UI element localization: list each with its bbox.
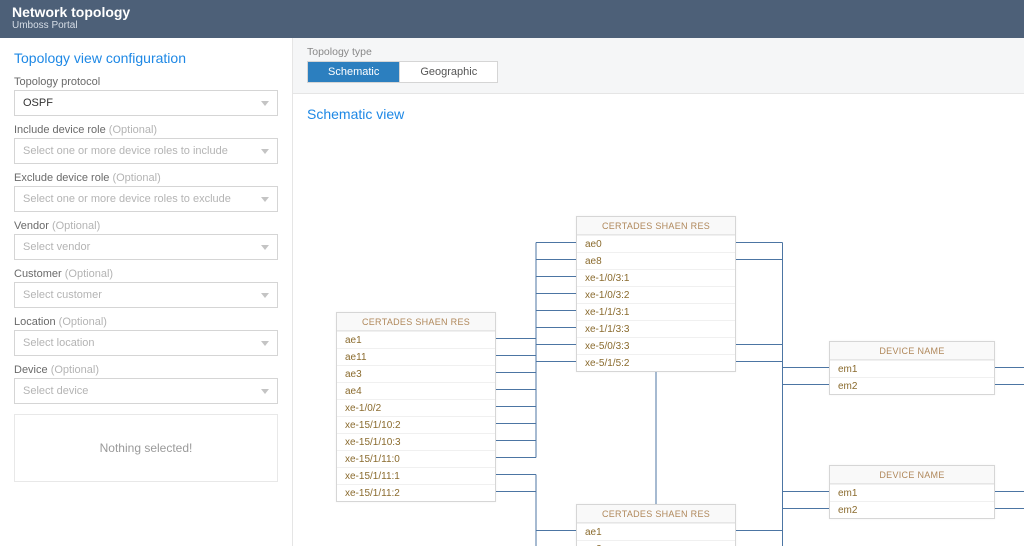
page-subtitle: Umboss Portal xyxy=(12,20,1012,31)
device-port[interactable]: xe-1/0/2 xyxy=(337,399,495,416)
device-port[interactable]: ae1 xyxy=(337,331,495,348)
field-customer: Customer (Optional) Select customer xyxy=(14,268,278,308)
vendor-select[interactable]: Select vendor xyxy=(14,234,278,260)
device-port[interactable]: xe-15/1/10:2 xyxy=(337,416,495,433)
field-location: Location (Optional) Select location xyxy=(14,316,278,356)
topology-type-bar: Topology type Schematic Geographic xyxy=(293,38,1024,94)
device-node[interactable]: DEVICE NAMEem1em2 xyxy=(829,341,995,395)
field-include-device-role: Include device role (Optional) Select on… xyxy=(14,124,278,164)
exclude-device-role-select[interactable]: Select one or more device roles to exclu… xyxy=(14,186,278,212)
device-port[interactable]: ae2 xyxy=(577,540,735,546)
field-exclude-device-role: Exclude device role (Optional) Select on… xyxy=(14,172,278,212)
device-node-title: DEVICE NAME xyxy=(830,342,994,360)
topology-protocol-select[interactable]: OSPF xyxy=(14,90,278,116)
schematic-canvas[interactable]: Schematic view CERTADES SHAEN RESae1ae11… xyxy=(293,94,1024,546)
config-sidebar: Topology view configuration Topology pro… xyxy=(0,38,293,546)
field-vendor: Vendor (Optional) Select vendor xyxy=(14,220,278,260)
device-port[interactable]: em1 xyxy=(830,484,994,501)
device-port[interactable]: xe-1/0/3:2 xyxy=(577,286,735,303)
device-node-title: CERTADES SHAEN RES xyxy=(577,217,735,235)
device-port[interactable]: ae8 xyxy=(577,252,735,269)
device-node[interactable]: CERTADES SHAEN RESae1ae11ae3ae4xe-1/0/2x… xyxy=(336,312,496,502)
device-node[interactable]: CERTADES SHAEN RESae1ae2ae3ae4 xyxy=(576,504,736,546)
config-title: Topology view configuration xyxy=(14,50,278,66)
device-port[interactable]: ae1 xyxy=(577,523,735,540)
nothing-selected-box: Nothing selected! xyxy=(14,414,278,482)
topology-type-segment: Schematic Geographic xyxy=(307,61,498,83)
topology-type-label: Topology type xyxy=(307,46,1010,58)
device-port[interactable]: xe-15/1/11:0 xyxy=(337,450,495,467)
device-node-title: CERTADES SHAEN RES xyxy=(577,505,735,523)
include-device-role-select[interactable]: Select one or more device roles to inclu… xyxy=(14,138,278,164)
device-port[interactable]: xe-5/0/3:3 xyxy=(577,337,735,354)
device-node[interactable]: DEVICE NAMEem1em2 xyxy=(829,465,995,519)
device-select[interactable]: Select device xyxy=(14,378,278,404)
device-port[interactable]: em2 xyxy=(830,377,994,394)
device-node-title: CERTADES SHAEN RES xyxy=(337,313,495,331)
location-select[interactable]: Select location xyxy=(14,330,278,356)
content-area: Topology type Schematic Geographic Schem… xyxy=(293,38,1024,546)
device-port[interactable]: xe-1/0/3:1 xyxy=(577,269,735,286)
device-port[interactable]: xe-15/1/10:3 xyxy=(337,433,495,450)
device-port[interactable]: ae3 xyxy=(337,365,495,382)
field-topology-protocol: Topology protocol OSPF xyxy=(14,76,278,116)
customer-select[interactable]: Select customer xyxy=(14,282,278,308)
page-title: Network topology xyxy=(12,4,1012,20)
device-node[interactable]: CERTADES SHAEN RESae0ae8xe-1/0/3:1xe-1/0… xyxy=(576,216,736,372)
device-port[interactable]: ae0 xyxy=(577,235,735,252)
device-port[interactable]: em1 xyxy=(830,360,994,377)
device-port[interactable]: xe-15/1/11:1 xyxy=(337,467,495,484)
device-port[interactable]: ae11 xyxy=(337,348,495,365)
device-port[interactable]: xe-5/1/5:2 xyxy=(577,354,735,371)
device-port[interactable]: em2 xyxy=(830,501,994,518)
device-node-title: DEVICE NAME xyxy=(830,466,994,484)
schematic-tab[interactable]: Schematic xyxy=(308,62,399,82)
app-header: Network topology Umboss Portal xyxy=(0,0,1024,38)
device-port[interactable]: xe-1/1/3:1 xyxy=(577,303,735,320)
device-port[interactable]: xe-15/1/11:2 xyxy=(337,484,495,501)
device-port[interactable]: xe-1/1/3:3 xyxy=(577,320,735,337)
device-port[interactable]: ae4 xyxy=(337,382,495,399)
field-device: Device (Optional) Select device xyxy=(14,364,278,404)
canvas-title: Schematic view xyxy=(307,106,404,122)
geographic-tab[interactable]: Geographic xyxy=(399,62,497,82)
